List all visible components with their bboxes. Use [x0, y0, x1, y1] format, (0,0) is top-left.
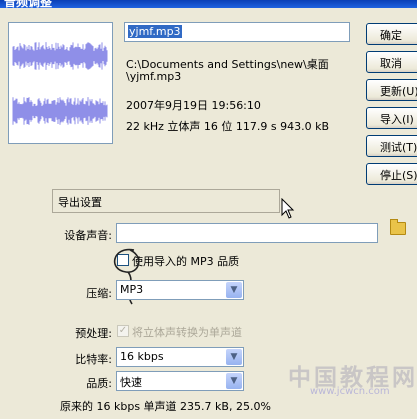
file-path-line2: \yjmf.mp3 [126, 70, 182, 83]
export-settings-header: 导出设置 [52, 189, 280, 213]
test-button[interactable]: 测试(T) [366, 135, 417, 157]
file-date: 2007年9月19日 19:56:10 [126, 99, 261, 112]
mouse-cursor-icon [281, 198, 295, 219]
window-title: 音频调整 [4, 0, 53, 9]
compression-select[interactable]: MP3 ▼ [116, 280, 244, 300]
folder-icon[interactable] [390, 219, 406, 235]
quality-value: 快速 [120, 376, 142, 389]
chevron-down-icon[interactable]: ▼ [226, 282, 242, 298]
export-summary: 原来的 16 kbps 单声道 235.7 kB, 25.0% [60, 400, 271, 413]
stereo-to-mono-checkbox[interactable]: ✓ [117, 325, 129, 337]
bitrate-select[interactable]: 16 kbps ▼ [116, 347, 244, 367]
file-properties: 22 kHz 立体声 16 位 117.9 s 943.0 kB [126, 120, 330, 133]
filename-field[interactable]: yjmf.mp3 [124, 22, 350, 42]
quality-label: 品质: [86, 377, 112, 390]
compression-value: MP3 [120, 283, 144, 296]
chevron-down-icon[interactable]: ▼ [226, 373, 242, 389]
chevron-down-icon[interactable]: ▼ [226, 349, 242, 365]
waveform-channel [12, 97, 108, 125]
waveform-graphic [12, 42, 108, 125]
checkmark-icon: ✓ [118, 325, 128, 336]
ok-button[interactable]: 确定 [366, 23, 417, 45]
waveform-channel [12, 42, 108, 70]
cancel-button[interactable]: 取消 [366, 51, 417, 73]
title-bar: 音频调整 [0, 0, 417, 9]
stop-button[interactable]: 停止(S) [366, 163, 417, 185]
compression-label: 压缩: [86, 287, 112, 300]
preprocess-label: 预处理: [75, 327, 112, 340]
bitrate-value: 16 kbps [120, 350, 164, 363]
stereo-to-mono-label: 将立体声转换为单声道 [132, 326, 242, 339]
bitrate-label: 比特率: [75, 353, 112, 366]
device-sound-label: 设备声音: [64, 229, 112, 242]
device-sound-input[interactable] [116, 223, 378, 243]
update-button[interactable]: 更新(U) [366, 79, 417, 101]
quality-select[interactable]: 快速 ▼ [116, 371, 244, 391]
watermark-url: www.jcwcn.com [310, 386, 390, 397]
waveform-preview [8, 22, 113, 144]
import-button[interactable]: 导入(I) [366, 107, 417, 129]
filename-text: yjmf.mp3 [128, 25, 182, 38]
